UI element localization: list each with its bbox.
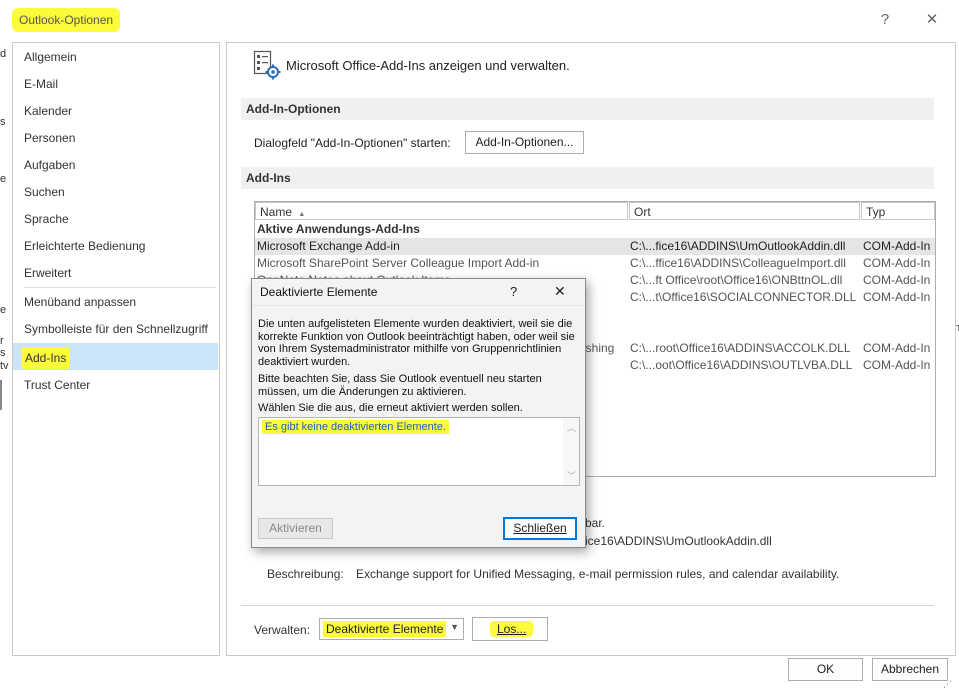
background-artifact: d <box>0 48 7 60</box>
background-artifact <box>0 380 2 410</box>
background-artifact: s <box>0 347 6 359</box>
help-icon[interactable]: ? <box>874 10 896 30</box>
dialog-select-prompt: Wählen Sie die aus, die erneut aktiviert… <box>258 402 523 414</box>
column-header-name[interactable]: Name ▲ <box>255 202 628 220</box>
scroll-up-icon[interactable]: ︿ <box>567 421 576 434</box>
nav-item-erweitert[interactable]: Erweitert <box>24 262 71 284</box>
dialog-close-icon[interactable]: ✕ <box>554 283 566 300</box>
nav-item-menueband-anpassen[interactable]: Menüband anpassen <box>24 291 136 313</box>
addins-gear-icon <box>253 50 281 80</box>
background-artifact: s <box>0 116 6 128</box>
addin-options-button[interactable]: Add-In-Optionen... <box>465 131 584 154</box>
dialog-title: Deaktivierte Elemente <box>260 285 378 299</box>
background-artifact: tv <box>0 360 9 372</box>
close-icon[interactable]: ✕ <box>921 10 943 30</box>
dialog-help-icon[interactable]: ? <box>510 284 517 299</box>
addin-options-label: Dialogfeld "Add-In-Optionen" starten: <box>254 136 451 150</box>
section-addin-options: Add-In-Optionen <box>241 98 934 120</box>
background-artifact: e <box>0 173 7 185</box>
window-title: Outlook-Optionen <box>12 8 121 32</box>
go-button[interactable]: Los... <box>472 617 548 641</box>
listbox-scrollbar[interactable]: ︿ ﹀ <box>563 418 579 485</box>
disabled-items-listbox[interactable]: Es gibt keine deaktivierten Elemente. ︿ … <box>258 417 580 486</box>
dialog-title-separator <box>252 305 585 306</box>
sort-ascending-icon: ▲ <box>298 211 306 218</box>
nav-item-erleichterte-bedienung[interactable]: Erleichterte Bedienung <box>24 235 145 257</box>
column-header-typ[interactable]: Typ <box>861 202 935 220</box>
details-compat-partial: bar. <box>585 516 606 530</box>
background-artifact: r <box>0 335 4 347</box>
details-path-partial: ice16\ADDINS\UmOutlookAddin.dll <box>585 534 772 548</box>
nav-item-aufgaben[interactable]: Aufgaben <box>24 154 75 176</box>
dialog-close-button[interactable]: Schließen <box>503 517 577 540</box>
manage-label: Verwalten: <box>254 623 311 637</box>
ok-button[interactable]: OK <box>788 658 863 681</box>
manage-separator <box>241 605 934 606</box>
dialog-explanation: Die unten aufgelisteten Elemente wurden … <box>258 318 575 368</box>
description-label: Beschreibung: <box>267 567 344 581</box>
nav-item-sprache[interactable]: Sprache <box>24 208 69 230</box>
cancel-button[interactable]: Abbrechen <box>872 658 948 681</box>
chevron-down-icon: ▼ <box>450 622 459 632</box>
nav-item-kalender[interactable]: Kalender <box>24 100 72 122</box>
nav-separator <box>24 287 216 288</box>
nav-item-allgemein[interactable]: Allgemein <box>24 46 77 68</box>
group-header-active: Aktive Anwendungs-Add-Ins <box>257 222 420 236</box>
nav-item-suchen[interactable]: Suchen <box>24 181 65 203</box>
resize-grip-icon[interactable]: ⋰ <box>943 680 952 689</box>
main-header-text: Microsoft Office-Add-Ins anzeigen und ve… <box>286 58 570 73</box>
disabled-items-dialog: Deaktivierte Elemente ? ✕ Die unten aufg… <box>251 278 586 548</box>
column-header-ort[interactable]: Ort <box>629 202 860 220</box>
nav-item-trust-center[interactable]: Trust Center <box>24 374 90 396</box>
description-value: Exchange support for Unified Messaging, … <box>356 567 840 581</box>
table-row[interactable]: Microsoft SharePoint Server Colleague Im… <box>255 255 935 272</box>
nav-item-add-ins[interactable]: Add-Ins <box>21 347 71 369</box>
manage-select[interactable]: Deaktivierte Elemente ▼ <box>319 618 464 640</box>
background-artifact: e <box>0 304 7 316</box>
table-row[interactable]: Microsoft Exchange Add-in C:\...fice16\A… <box>255 238 935 255</box>
nav-item-personen[interactable]: Personen <box>24 127 75 149</box>
outlook-options-window: Outlook-Optionen ? ✕ d s e e r s tv n Al… <box>0 0 959 693</box>
section-addins: Add-Ins <box>241 167 934 189</box>
activate-button[interactable]: Aktivieren <box>258 518 333 539</box>
scroll-down-icon[interactable]: ﹀ <box>567 469 576 482</box>
nav-item-schnellzugriff[interactable]: Symbolleiste für den Schnellzugriff <box>24 318 208 340</box>
dialog-restart-note: Bitte beachten Sie, dass Sie Outlook eve… <box>258 373 542 398</box>
empty-list-message: Es gibt keine deaktivierten Elemente. <box>262 420 449 434</box>
nav-item-email[interactable]: E-Mail <box>24 73 58 95</box>
